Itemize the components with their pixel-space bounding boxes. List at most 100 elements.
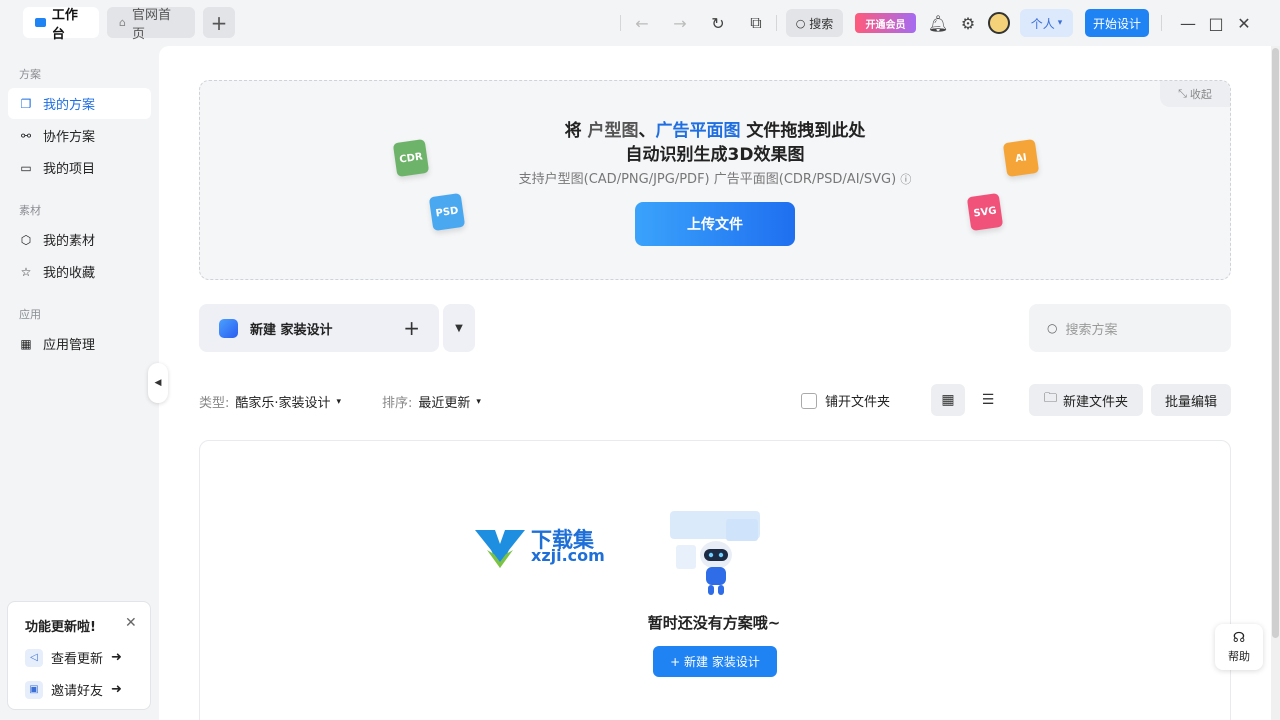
- kujiale-logo-icon: [219, 318, 238, 338]
- upload-dropzone[interactable]: ⤡ 收起 将 户型图、广告平面图 文件拖拽到此处 自动识别生成3D效果图 支持户…: [199, 80, 1231, 280]
- flatten-folders-label: 铺开文件夹: [825, 395, 891, 410]
- ai-label: AI: [1014, 151, 1028, 165]
- caret-down-icon: ▼: [455, 322, 463, 334]
- empty-new-design-label: + 新建 家装设计: [670, 655, 760, 669]
- minimize-icon[interactable]: —: [1177, 12, 1199, 34]
- new-folder-label: 新建文件夹: [1063, 394, 1129, 410]
- search-button[interactable]: ○ 搜索: [786, 9, 843, 37]
- batch-edit-label: 批量编辑: [1164, 394, 1217, 410]
- flatten-folders-checkbox[interactable]: [801, 392, 817, 409]
- divider: [1161, 15, 1162, 31]
- sort-filter-value: 最近更新: [418, 396, 471, 411]
- gift-icon: ▣: [25, 680, 43, 699]
- list-view-icon[interactable]: ☰: [971, 384, 1005, 416]
- info-icon[interactable]: ⓘ: [900, 173, 911, 186]
- type-filter[interactable]: 类型: 酷家乐·家装设计 ▾: [199, 392, 341, 411]
- search-icon: ○: [795, 16, 806, 30]
- gear-icon[interactable]: ⚙: [957, 12, 979, 34]
- new-design-dropdown[interactable]: ▼: [443, 304, 475, 352]
- title-prefix: 将: [564, 121, 582, 141]
- sidebar-item-my-plans[interactable]: ❐ 我的方案: [8, 88, 151, 119]
- monitor-icon: [35, 18, 46, 27]
- divider: [620, 15, 621, 31]
- dropzone-subtitle: 支持户型图(CAD/PNG/JPG/PDF) 广告平面图(CDR/PSD/AI/…: [200, 168, 1230, 187]
- sidebar-item-favorites[interactable]: ☆ 我的收藏: [8, 256, 151, 287]
- refresh-icon[interactable]: ↻: [707, 12, 729, 34]
- new-design-label: 新建 家装设计: [250, 322, 333, 338]
- arrow-right-icon: ➜: [111, 682, 122, 697]
- flatten-folders-toggle[interactable]: 铺开文件夹: [801, 391, 890, 410]
- psd-label: PSD: [434, 204, 460, 220]
- dropzone-title-line2: 自动识别生成3D效果图: [625, 145, 805, 165]
- home-icon: ⌂: [119, 16, 126, 29]
- close-icon[interactable]: ✕: [125, 615, 137, 631]
- start-design-button[interactable]: 开始设计: [1085, 9, 1149, 37]
- sidebar-item-my-projects[interactable]: ▭ 我的项目: [8, 152, 151, 183]
- tab-homepage-label: 官网首页: [131, 7, 171, 42]
- bell-icon[interactable]: 🔔︎: [927, 12, 949, 34]
- close-icon[interactable]: ✕: [1233, 12, 1255, 34]
- chevron-down-icon: ▾: [476, 396, 481, 407]
- sidebar-item-label: 我的收藏: [43, 266, 96, 281]
- upload-file-button[interactable]: 上传文件: [635, 202, 795, 246]
- psd-file-icon: PSD: [428, 192, 466, 232]
- sidebar-item-app-management[interactable]: ▦ 应用管理: [8, 328, 151, 359]
- vip-button[interactable]: 开通会员: [855, 13, 916, 33]
- type-filter-key: 类型:: [199, 396, 230, 411]
- back-arrow-icon[interactable]: ←: [631, 12, 653, 34]
- copy-icon: ❐: [20, 96, 32, 111]
- sidebar-collapse-handle[interactable]: ◀: [148, 363, 168, 403]
- sidebar-item-label: 应用管理: [43, 338, 96, 353]
- grid-icon: ▦: [20, 336, 32, 351]
- avatar[interactable]: [988, 12, 1010, 34]
- dropzone-subtitle-text: 支持户型图(CAD/PNG/JPG/PDF) 广告平面图(CDR/PSD/AI/…: [518, 172, 897, 187]
- scrollbar[interactable]: [1271, 46, 1280, 720]
- svg-label: SVG: [972, 204, 998, 220]
- arrow-right-icon: ➜: [111, 650, 122, 665]
- sidebar-item-collab-plans[interactable]: ⚯ 协作方案: [8, 120, 151, 151]
- tab-workbench[interactable]: 工作台: [23, 7, 99, 42]
- batch-edit-button[interactable]: 批量编辑: [1151, 384, 1231, 416]
- maximize-icon[interactable]: □: [1205, 12, 1227, 34]
- folder-icon: ▭: [20, 160, 32, 175]
- star-icon: ☆: [20, 264, 32, 279]
- search-button-label: 搜索: [809, 16, 834, 31]
- search-plans-input[interactable]: ○ 搜索方案: [1029, 304, 1231, 352]
- empty-new-design-button[interactable]: + 新建 家装设计: [653, 646, 777, 677]
- collapse-button[interactable]: ⤡ 收起: [1160, 81, 1230, 107]
- tab-homepage[interactable]: ⌂ 官网首页: [107, 7, 195, 42]
- title-bar: 工作台 ⌂ 官网首页 + ← → ↻ ⧉ ○ 搜索 开通会员 🔔︎ ⚙ 个人 ▾…: [0, 0, 1280, 46]
- forward-arrow-icon[interactable]: →: [669, 12, 691, 34]
- grid-view-icon[interactable]: ▦: [931, 384, 965, 416]
- search-icon: ○: [1047, 321, 1058, 335]
- sidebar-item-my-materials[interactable]: ⬡ 我的素材: [8, 224, 151, 255]
- view-updates-label: 查看更新: [51, 652, 104, 667]
- scrollbar-thumb[interactable]: [1272, 48, 1279, 638]
- sort-filter[interactable]: 排序: 最近更新 ▾: [382, 392, 481, 411]
- tab-workbench-label: 工作台: [51, 7, 78, 42]
- type-filter-value: 酷家乐·家装设计: [235, 396, 331, 411]
- view-updates-link[interactable]: ◁ 查看更新 ➜: [25, 648, 122, 667]
- plus-icon: +: [403, 316, 420, 340]
- headset-icon: ☊: [1232, 630, 1246, 646]
- chevron-down-icon: ▾: [1057, 18, 1063, 28]
- speaker-icon: ◁: [25, 648, 43, 667]
- help-button[interactable]: ☊ 帮助: [1215, 624, 1263, 670]
- invite-friends-link[interactable]: ▣ 邀请好友 ➜: [25, 680, 122, 699]
- new-folder-button[interactable]: 🗀 新建文件夹: [1029, 384, 1143, 416]
- sidebar-group-materials: 素材: [19, 204, 41, 217]
- personal-dropdown[interactable]: 个人 ▾: [1020, 9, 1073, 37]
- sidebar-item-label: 我的项目: [43, 162, 96, 177]
- svg-file-icon: SVG: [966, 192, 1004, 232]
- sidebar-group-apps: 应用: [19, 308, 41, 321]
- title-highlight-floorplan: 户型图: [587, 121, 639, 141]
- divider: [776, 15, 777, 31]
- cube-icon: ⬡: [20, 232, 32, 247]
- sidebar-group-plans: 方案: [19, 68, 41, 81]
- add-tab-button[interactable]: +: [203, 7, 235, 38]
- new-design-button[interactable]: 新建 家装设计 +: [199, 304, 439, 352]
- copy-window-icon[interactable]: ⧉: [745, 12, 767, 34]
- title-separator: 、: [638, 121, 656, 141]
- robot-illustration: [670, 511, 760, 595]
- vip-button-label: 开通会员: [865, 19, 906, 31]
